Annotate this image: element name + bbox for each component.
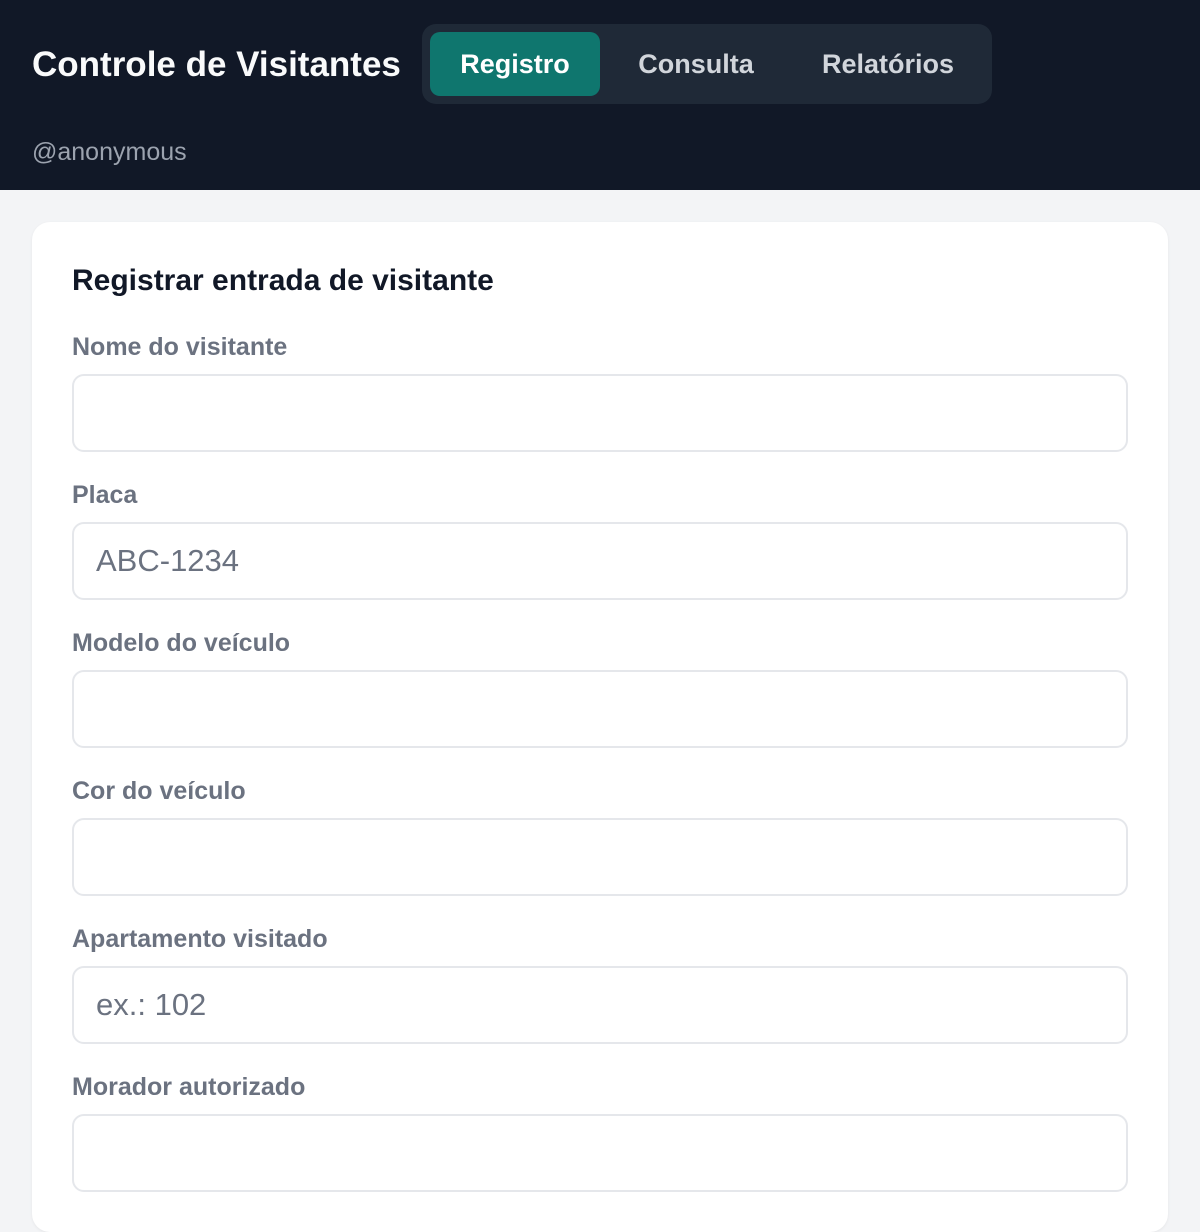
app-title: Controle de Visitantes xyxy=(32,45,401,84)
tab-consulta[interactable]: Consulta xyxy=(612,32,780,96)
vehicle-color-label: Cor do veículo xyxy=(72,777,246,805)
tab-registro[interactable]: Registro xyxy=(430,32,600,96)
visitor-form-card: Registrar entrada de visitante Nome do v… xyxy=(32,222,1168,1232)
visitor-name-input[interactable] xyxy=(72,374,1128,452)
vehicle-color-input[interactable] xyxy=(72,818,1128,896)
plate-input[interactable] xyxy=(72,522,1128,600)
authorized-resident-input[interactable] xyxy=(72,1114,1128,1192)
apartment-input[interactable] xyxy=(72,966,1128,1044)
nav-tabs: Registro Consulta Relatórios xyxy=(422,24,992,104)
form-title: Registrar entrada de visitante xyxy=(72,264,494,297)
authorized-resident-label: Morador autorizado xyxy=(72,1073,306,1101)
plate-label: Placa xyxy=(72,481,138,509)
username: @anonymous xyxy=(32,138,187,166)
app-header: Controle de Visitantes Registro Consulta… xyxy=(0,0,1200,190)
visitor-name-label: Nome do visitante xyxy=(72,333,288,361)
vehicle-model-input[interactable] xyxy=(72,670,1128,748)
tab-relatorios[interactable]: Relatórios xyxy=(794,32,982,96)
vehicle-model-label: Modelo do veículo xyxy=(72,629,291,657)
apartment-label: Apartamento visitado xyxy=(72,925,328,953)
